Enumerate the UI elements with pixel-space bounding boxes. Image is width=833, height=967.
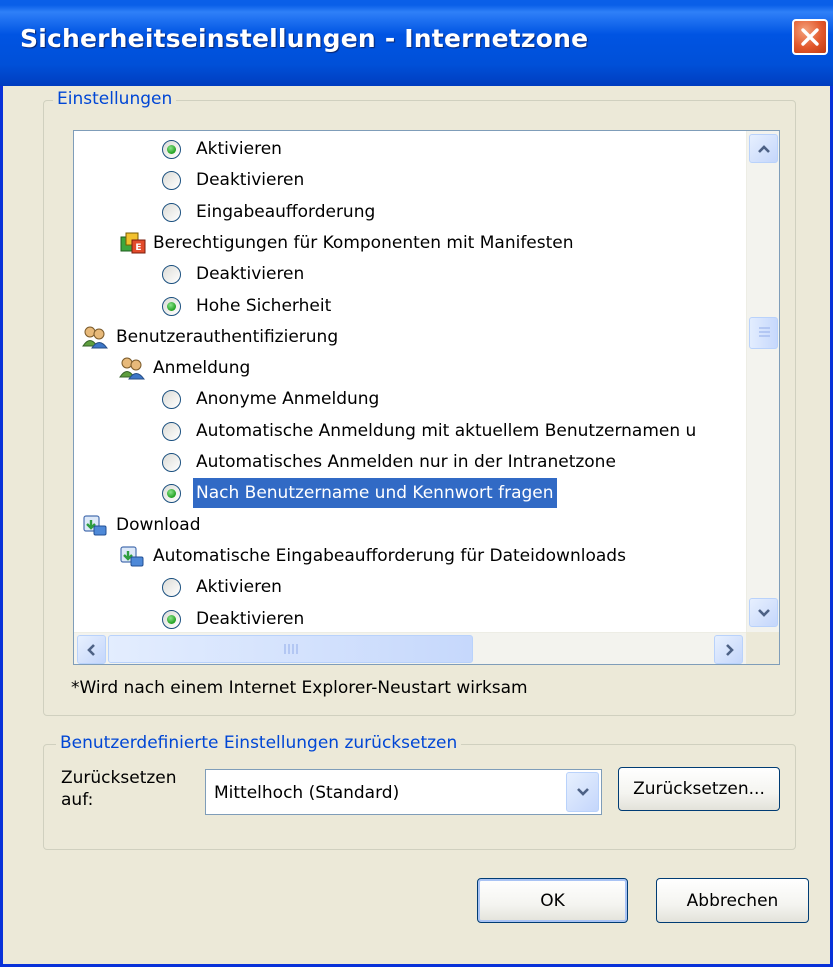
reset-level-select[interactable]: Mittelhoch (Standard)	[205, 769, 602, 815]
ok-button[interactable]: OK	[477, 878, 628, 923]
setting-option-label: Anonyme Anmeldung	[196, 389, 380, 410]
title-bar[interactable]: Sicherheitseinstellungen - Internetzone	[0, 0, 833, 86]
setting-option-label: Hohe Sicherheit	[196, 295, 332, 316]
setting-option-label: Eingabeaufforderung	[196, 201, 376, 222]
setting-category-label: Automatische Eingabeaufforderung für Dat…	[153, 545, 626, 566]
setting-option[interactable]: Deaktivieren	[74, 259, 744, 289]
reset-button[interactable]: Zurücksetzen...	[618, 767, 780, 811]
reset-to-label: Zurücksetzen auf:	[61, 767, 177, 811]
window-title: Sicherheitseinstellungen - Internetzone	[20, 24, 589, 53]
settings-group-legend: Einstellungen	[53, 89, 177, 109]
restart-note: *Wird nach einem Internet Explorer-Neust…	[71, 678, 528, 698]
settings-tree-list[interactable]: Aktivieren Deaktivieren Eingabeaufforderun…	[73, 130, 780, 665]
horizontal-scroll-thumb[interactable]	[108, 635, 473, 663]
reset-group-legend: Benutzerdefinierte Einstellungen zurücks…	[56, 733, 462, 753]
radio-unchecked[interactable]	[162, 171, 181, 191]
setting-category-label: Benutzerauthentifizierung	[116, 326, 339, 347]
close-icon	[801, 28, 819, 46]
chevron-right-icon	[726, 644, 734, 656]
reset-label-line1: Zurücksetzen	[61, 768, 177, 788]
vertical-scroll-thumb[interactable]	[749, 317, 778, 349]
radio-unchecked[interactable]	[162, 421, 181, 441]
setting-option[interactable]: Anonyme Anmeldung	[74, 384, 744, 414]
scrollbar-corner	[746, 632, 779, 664]
grip-icon	[759, 327, 770, 337]
vertical-scrollbar[interactable]	[746, 131, 779, 632]
setting-option-label: Deaktivieren	[196, 170, 305, 191]
setting-category-label: Anmeldung	[153, 358, 251, 379]
setting-option-label: Deaktivieren	[196, 264, 305, 285]
setting-category: Automatische Eingabeaufforderung für Dat…	[74, 541, 744, 571]
setting-category-label: Berechtigungen für Komponenten mit Manif…	[153, 232, 574, 253]
setting-option-label: Nach Benutzername und Kennwort fragen	[193, 478, 557, 509]
radio-checked[interactable]	[162, 609, 181, 629]
chevron-down-icon	[577, 788, 589, 796]
setting-option-label: Automatische Anmeldung mit aktuellem Ben…	[196, 420, 697, 441]
radio-unchecked[interactable]	[162, 390, 181, 410]
chevron-down-icon	[758, 609, 770, 617]
setting-option[interactable]: Aktivieren	[74, 134, 744, 164]
reset-level-value: Mittelhoch (Standard)	[214, 783, 400, 803]
setting-option-label: Deaktivieren	[196, 608, 305, 629]
setting-option[interactable]: Hohe Sicherheit	[74, 291, 744, 321]
setting-option[interactable]: Automatische Anmeldung mit aktuellem Ben…	[74, 416, 744, 446]
setting-option-label: Aktivieren	[196, 577, 282, 598]
setting-option[interactable]: Deaktivieren	[74, 165, 744, 195]
setting-option-label: Automatisches Anmelden nur in der Intran…	[196, 452, 616, 472]
setting-category: Benutzerauthentifizierung	[74, 322, 744, 352]
setting-option-label: Aktivieren	[196, 139, 282, 159]
scroll-left-button[interactable]	[77, 635, 106, 664]
radio-unchecked[interactable]	[162, 578, 181, 598]
scroll-down-button[interactable]	[749, 598, 778, 627]
setting-category: E Berechtigungen für Komponenten mit Mani…	[74, 228, 744, 258]
dropdown-button[interactable]	[566, 772, 599, 812]
radio-unchecked[interactable]	[162, 265, 181, 285]
reset-label-line2: auf:	[61, 790, 94, 810]
close-button[interactable]	[792, 19, 828, 55]
radio-unchecked[interactable]	[162, 453, 181, 472]
radio-checked[interactable]	[162, 140, 181, 159]
chevron-up-icon	[758, 145, 770, 153]
setting-option[interactable]: Deaktivieren	[74, 604, 744, 634]
grip-icon	[284, 644, 298, 654]
setting-option[interactable]: Eingabeaufforderung	[74, 197, 744, 227]
chevron-left-icon	[87, 644, 95, 656]
svg-text:E: E	[135, 243, 141, 253]
scroll-right-button[interactable]	[714, 635, 743, 664]
setting-option[interactable]: Nach Benutzername und Kennwort fragen	[74, 478, 744, 509]
cancel-button[interactable]: Abbrechen	[656, 878, 809, 923]
setting-option[interactable]: Aktivieren	[74, 572, 744, 602]
horizontal-scrollbar[interactable]	[74, 632, 746, 664]
setting-category: Download	[74, 510, 744, 540]
radio-checked[interactable]	[162, 296, 181, 316]
scroll-up-button[interactable]	[749, 134, 778, 163]
security-settings-dialog: Sicherheitseinstellungen - Internetzone …	[0, 0, 833, 967]
radio-unchecked[interactable]	[162, 202, 181, 222]
radio-checked[interactable]	[162, 484, 181, 504]
setting-category-label: Download	[116, 514, 201, 535]
setting-option[interactable]: Automatisches Anmelden nur in der Intran…	[74, 447, 744, 477]
setting-category: Anmeldung	[74, 353, 744, 383]
